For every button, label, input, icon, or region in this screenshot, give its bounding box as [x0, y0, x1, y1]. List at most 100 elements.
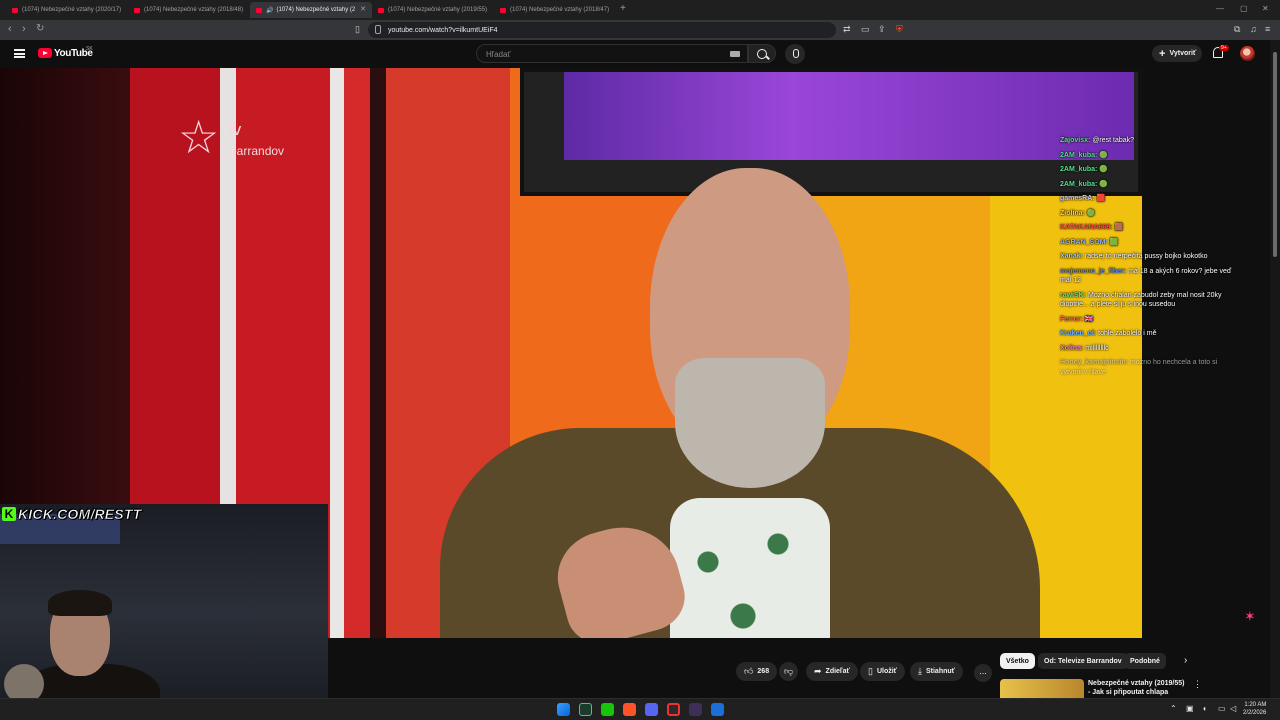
chevron-right-icon[interactable]: ›	[1184, 655, 1187, 666]
reload-icon[interactable]: ↻	[36, 23, 44, 34]
chat-username: 2AM_kuba:	[1060, 180, 1098, 188]
stream-chat-overlay: Zajovisx: @rest tabak? 2AM_kuba: 🟢 2AM_kub…	[1060, 136, 1238, 382]
back-icon[interactable]: ‹	[8, 23, 12, 35]
browser-tab-active[interactable]: 🔊 (1074) Nebezpečné vztahy (2 ✕	[250, 2, 372, 18]
site-info-icon[interactable]	[375, 25, 381, 34]
chat-message: Zajovisx: @rest tabak?	[1060, 136, 1238, 146]
extensions-icon[interactable]: ⧉	[1234, 24, 1240, 35]
chat-message: Xolina: mlllllllllc	[1060, 344, 1238, 354]
chat-username: 2AM_kuba:	[1060, 151, 1098, 159]
logo-name-text: barrandov	[230, 144, 285, 158]
media-controls-icon[interactable]: ♫	[1250, 24, 1257, 34]
chat-text: 🟫	[1114, 224, 1124, 231]
volume-icon[interactable]: ◁	[1230, 704, 1236, 713]
chip-all[interactable]: Všetko	[1000, 653, 1035, 669]
brave-shield-icon[interactable]: ⛨	[896, 24, 903, 35]
chat-message: rawiSK: Mozno chalan zabudol zeby mal no…	[1060, 291, 1238, 310]
translate-icon[interactable]: ⇄	[843, 24, 851, 35]
network-icon[interactable]: ▭	[1218, 704, 1226, 713]
youtube-logo-icon[interactable]	[38, 48, 52, 58]
app-dark-icon[interactable]	[689, 703, 702, 716]
steam-icon[interactable]	[711, 703, 724, 716]
country-code: SK	[86, 46, 93, 52]
presenter-shirt	[670, 498, 830, 638]
like-button[interactable]: 👍︎ 268	[736, 662, 778, 681]
browser-tab-strip: (1074) Nebezpečné vztahy (2020/17) (1074…	[0, 0, 1280, 20]
obs-icon[interactable]	[667, 703, 680, 716]
voice-search-icon[interactable]	[785, 44, 805, 64]
recommendation-thumbnail[interactable]	[1000, 679, 1084, 698]
browser-tab[interactable]: (1074) Nebezpečné vztahy (2018/47)	[494, 2, 616, 18]
chat-message: Xanak: radsej to nerpečita pussy bojko k…	[1060, 252, 1238, 262]
guide-menu-icon[interactable]	[14, 49, 25, 58]
share-page-icon[interactable]: ⇪	[878, 24, 886, 35]
screen: (1074) Nebezpečné vztahy (2020/17) (1074…	[0, 0, 1280, 720]
browser-tab[interactable]: (1074) Nebezpečné vztahy (2018/48)	[128, 2, 250, 18]
youtube-favicon-icon	[256, 7, 262, 13]
browser-menu-icon[interactable]: ≡	[1265, 24, 1270, 34]
watermark-icon: ✶	[1244, 608, 1256, 624]
bookmark-icon[interactable]: ▯	[355, 24, 360, 35]
chat-message: gamesRA: 🟥	[1060, 194, 1238, 204]
save-button[interactable]: ▯ Uložiť	[860, 662, 906, 681]
chat-text: 🟢	[1099, 166, 1109, 173]
chip-from-channel[interactable]: Od: Televize Barrandov	[1038, 653, 1128, 669]
chat-text: tohle zabolelo i mě	[1098, 330, 1157, 337]
speaker-icon[interactable]: 🔊	[266, 7, 273, 14]
mic-tray-icon[interactable]: ◖	[1202, 704, 1207, 713]
chat-username: Honey_kamajoinsin:	[1060, 359, 1129, 366]
keyboard-icon[interactable]	[730, 51, 740, 57]
chat-username: 2AM_kuba:	[1060, 166, 1098, 173]
chat-message: mojemeno_je_fiber: má 18 a akých 6 rokov…	[1060, 267, 1238, 286]
clock-time: 1:20 AM	[1244, 702, 1267, 708]
logo-tv-text: tv	[228, 120, 242, 139]
tray-app-icon[interactable]: ▣	[1186, 704, 1194, 713]
download-button[interactable]: ⤓ Stiahnuť	[910, 662, 964, 681]
thumbs-up-icon: 👍︎	[744, 666, 754, 676]
page-scrollbar[interactable]	[1270, 40, 1280, 698]
brave-icon[interactable]	[623, 703, 636, 716]
address-bar[interactable]: youtube.com/watch?v=ilkumtUEiF4	[368, 22, 836, 38]
search-input[interactable]: Hľadať	[476, 44, 748, 63]
close-window-icon[interactable]: ✕	[1262, 4, 1269, 13]
streamer-hair	[48, 590, 112, 616]
app-green-icon[interactable]	[601, 703, 614, 716]
recommendation-menu-icon[interactable]: ⋮	[1193, 679, 1202, 690]
dislike-button[interactable]: 👎︎	[779, 662, 799, 681]
chat-username: rawiSK:	[1060, 291, 1087, 299]
recommendation-title[interactable]: Nebezpečné vztahy (2019/55) - Jak si při…	[1088, 679, 1188, 697]
youtube-favicon-icon	[500, 7, 506, 13]
maximize-icon[interactable]: ▢	[1240, 4, 1248, 13]
browser-tab[interactable]: (1074) Nebezpečné vztahy (2020/17)	[6, 2, 128, 18]
taskbar-clock[interactable]: 1:20 AM 2/2/2026	[1243, 701, 1266, 717]
discord-icon[interactable]	[645, 703, 658, 716]
scrollbar-thumb[interactable]	[1273, 52, 1277, 257]
chat-text: mlllllllllc	[1085, 344, 1109, 352]
chat-username: Ferror:	[1060, 315, 1083, 323]
search-button[interactable]	[748, 44, 776, 63]
chat-username: Kraken_oi:	[1060, 330, 1097, 337]
tray-chevron-icon[interactable]: ⌃	[1170, 704, 1177, 713]
excel-icon[interactable]	[579, 703, 592, 716]
create-button[interactable]: + Vytvoriť	[1152, 45, 1202, 62]
chat-message: Honey_kamajoinsin: mozno ho nechcela a t…	[1060, 358, 1238, 377]
kick-overlay-text: KICK.COM/RESTT	[18, 506, 142, 523]
browser-tab[interactable]: (1074) Nebezpečné vztahy (2019/55)	[372, 2, 494, 18]
chat-username: Zajovisx:	[1060, 137, 1091, 144]
new-tab-button[interactable]: +	[620, 3, 626, 14]
tab-close-icon[interactable]: ✕	[360, 5, 366, 13]
more-actions-button[interactable]: ...	[974, 664, 992, 682]
forward-icon[interactable]: ›	[22, 23, 26, 35]
chat-message: 2AM_kuba: 🟢	[1060, 151, 1238, 161]
start-icon[interactable]	[557, 703, 570, 716]
youtube-header: YouTube SK Hľadať + Vytvoriť 9+	[0, 40, 1270, 68]
presenter-beard	[675, 358, 825, 488]
account-avatar[interactable]	[1240, 46, 1255, 61]
minimize-icon[interactable]: —	[1216, 4, 1224, 13]
chat-username: Xolina:	[1060, 344, 1084, 352]
install-app-icon[interactable]: ▭	[861, 24, 870, 35]
chat-text: 🟥	[1096, 195, 1106, 202]
share-button[interactable]: ➦ Zdieľať	[806, 662, 858, 681]
plus-icon: +	[1159, 47, 1166, 60]
chip-related[interactable]: Podobné	[1124, 653, 1166, 669]
